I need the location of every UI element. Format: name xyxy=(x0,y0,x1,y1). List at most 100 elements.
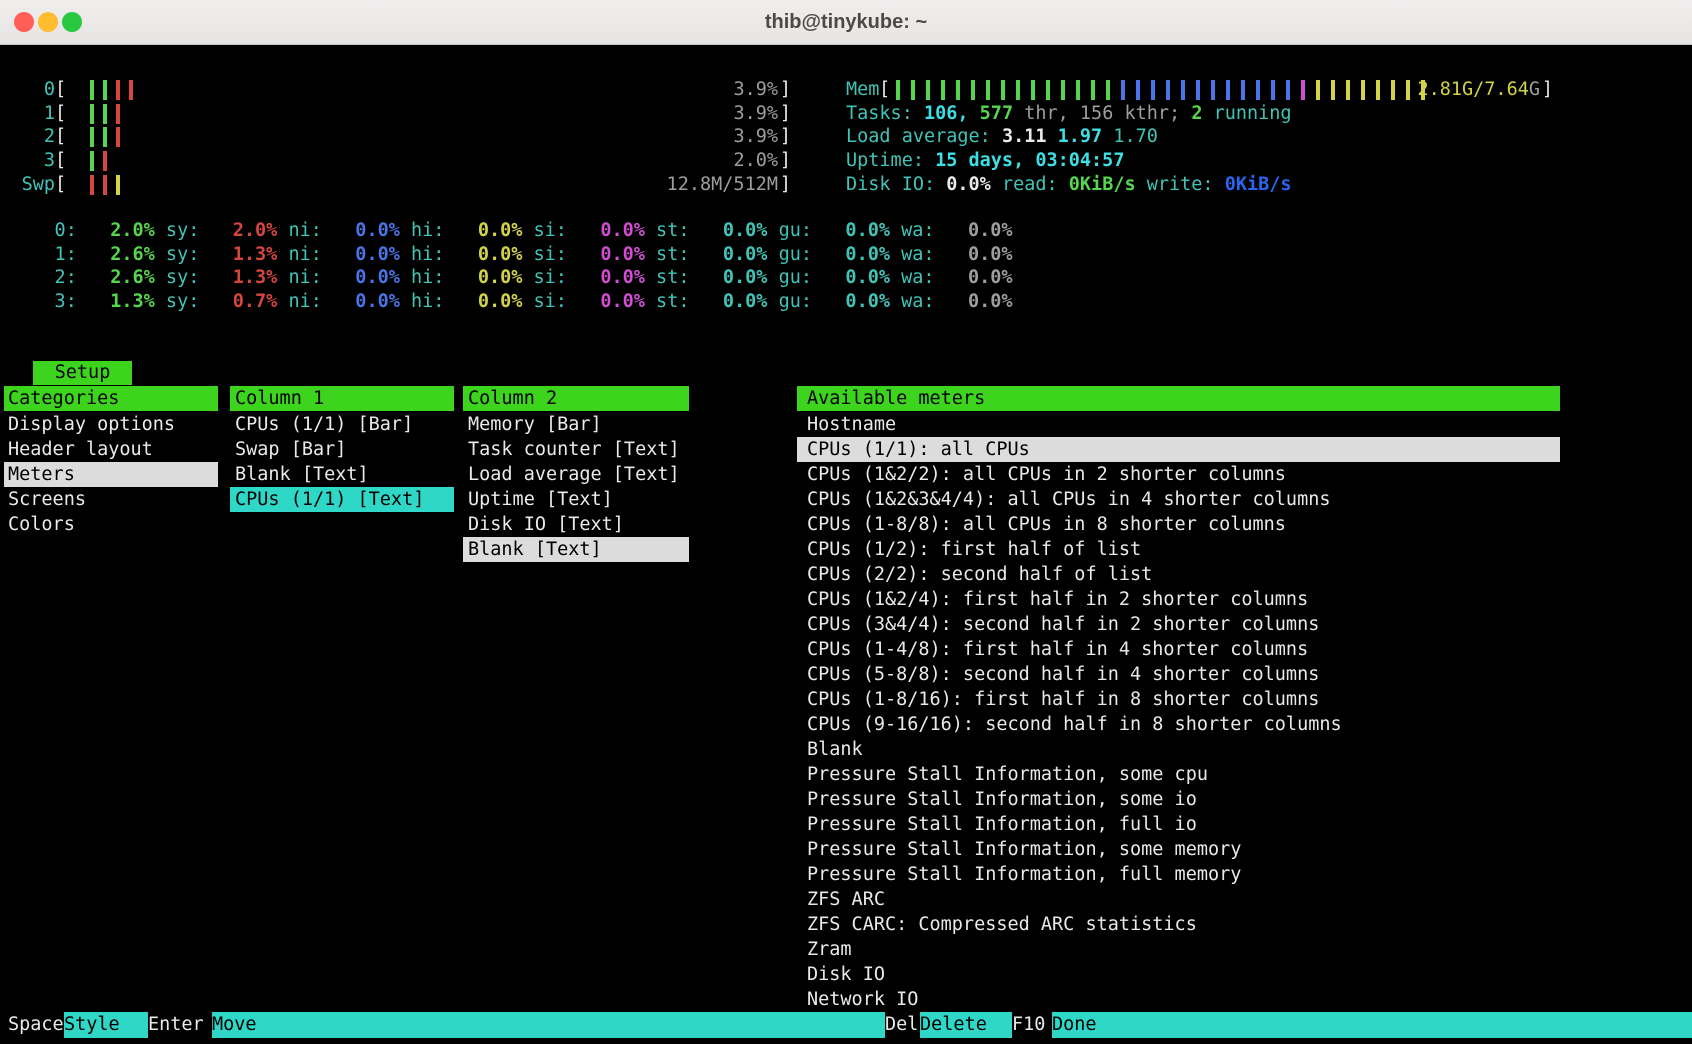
meter-tick xyxy=(1166,80,1170,100)
cpu-sy-label: sy: xyxy=(155,267,200,288)
available-meters-item[interactable]: Blank xyxy=(797,737,1560,762)
panel-header-categories: Categories xyxy=(4,386,218,411)
cpu-st-value: 0.0% xyxy=(689,291,767,312)
cpu-wa-value: 0.0% xyxy=(935,291,1013,312)
categories-item[interactable]: Header layout xyxy=(4,437,218,462)
tasks-span: Tasks: xyxy=(846,103,924,124)
meter-value: 2.81G/7.64G xyxy=(1417,78,1540,102)
cpu-usr-value: 2.6% xyxy=(77,267,155,288)
available-meters-item[interactable]: CPUs (1&2&3&4/4): all CPUs in 4 shorter … xyxy=(797,487,1560,512)
cpu-si-value: 0.0% xyxy=(567,291,645,312)
zoom-button[interactable] xyxy=(62,12,82,32)
categories-item[interactable]: Display options xyxy=(4,412,218,437)
categories-item[interactable]: Colors xyxy=(4,512,218,537)
meter-tick xyxy=(941,80,945,100)
fnaction-delete[interactable]: Delete xyxy=(920,1012,1012,1038)
available-meters-item[interactable]: Network IO xyxy=(797,987,1560,1012)
cpu-st-label: st: xyxy=(645,244,690,265)
cpu-usr-value: 2.6% xyxy=(77,244,155,265)
available-meters-item[interactable]: CPUs (5-8/8): second half in 4 shorter c… xyxy=(797,662,1560,687)
fnaction-done[interactable]: Done xyxy=(1052,1012,1692,1038)
fnaction-style[interactable]: Style xyxy=(64,1012,148,1038)
meter-tick xyxy=(971,80,975,100)
available-meters-item[interactable]: Pressure Stall Information, some io xyxy=(797,787,1560,812)
meter-value-part: G xyxy=(1529,79,1540,100)
tasks-span xyxy=(969,103,980,124)
terminal-screen: 0[3.9%]1[3.9%]2[3.9%]3[2.0%]Swp[12.8M/51… xyxy=(0,45,1692,1044)
available-meters-item[interactable]: CPUs (1/2): first half of list xyxy=(797,537,1560,562)
meter-tick xyxy=(103,151,107,171)
load-average-row: Load average: 3.11 1.97 1.70 xyxy=(846,125,1158,149)
cpu-id-label: 0: xyxy=(10,220,77,241)
cpu-si-label: si: xyxy=(522,220,567,241)
categories-item[interactable]: Meters xyxy=(4,462,218,487)
available-meters-item[interactable]: CPUs (1-8/8): all CPUs in 8 shorter colu… xyxy=(797,512,1560,537)
meter-label: Mem xyxy=(846,78,879,102)
cpu-detail-row-0: 0: 2.0% sy: 2.0% ni: 0.0% hi: 0.0% si: 0… xyxy=(10,219,1013,243)
meter-value: 3.9% xyxy=(733,78,778,102)
cpu-st-label: st: xyxy=(645,291,690,312)
close-button[interactable] xyxy=(14,12,34,32)
window-title: thib@tinykube: ~ xyxy=(0,0,1692,45)
cpu-hi-value: 0.0% xyxy=(444,220,522,241)
column2-item[interactable]: Blank [Text] xyxy=(463,537,689,562)
cpu-hi-label: hi: xyxy=(400,220,445,241)
available-meters-item[interactable]: CPUs (9-16/16): second half in 8 shorter… xyxy=(797,712,1560,737)
minimize-button[interactable] xyxy=(38,12,58,32)
column1-item[interactable]: Swap [Bar] xyxy=(230,437,454,462)
column1-item[interactable]: CPUs (1/1) [Text] xyxy=(230,487,454,512)
available-meters-item[interactable]: CPUs (1-8/16): first half in 8 shorter c… xyxy=(797,687,1560,712)
available-meters-item[interactable]: CPUs (2/2): second half of list xyxy=(797,562,1560,587)
available-meters-item[interactable]: CPUs (3&4/4): second half in 2 shorter c… xyxy=(797,612,1560,637)
fnkey-space[interactable]: Space xyxy=(0,1012,64,1038)
meter-tick xyxy=(90,175,94,195)
cpu-ni-label: ni: xyxy=(277,244,322,265)
available-meters-item[interactable]: ZFS CARC: Compressed ARC statistics xyxy=(797,912,1560,937)
column2-item[interactable]: Load average [Text] xyxy=(463,462,689,487)
column2-item[interactable]: Task counter [Text] xyxy=(463,437,689,462)
function-key-bar: SpaceStyle EnterMoveDelDeleteF10Done xyxy=(0,1012,1692,1038)
cpu-st-label: st: xyxy=(645,220,690,241)
available-meters-item[interactable]: Pressure Stall Information, some cpu xyxy=(797,762,1560,787)
available-meters-item[interactable]: Pressure Stall Information, some memory xyxy=(797,837,1560,862)
meter-tick xyxy=(1361,80,1365,100)
meter-open-bracket: [ xyxy=(55,103,66,124)
available-meters-item[interactable]: Hostname xyxy=(797,412,1560,437)
available-meters-item[interactable]: Disk IO xyxy=(797,962,1560,987)
cpu-si-value: 0.0% xyxy=(567,267,645,288)
available-meters-item[interactable]: CPUs (1&2/4): first half in 2 shorter co… xyxy=(797,587,1560,612)
meter-tick xyxy=(896,80,900,100)
categories-item[interactable]: Screens xyxy=(4,487,218,512)
fnkey-enter[interactable]: Enter xyxy=(148,1012,212,1038)
column1-item[interactable]: Blank [Text] xyxy=(230,462,454,487)
column2-item[interactable]: Uptime [Text] xyxy=(463,487,689,512)
cpu-detail-row-2: 2: 2.6% sy: 1.3% ni: 0.0% hi: 0.0% si: 0… xyxy=(10,266,1013,290)
fnkey-del[interactable]: Del xyxy=(885,1012,920,1038)
available-meters-item[interactable]: ZFS ARC xyxy=(797,887,1560,912)
available-meters-item[interactable]: Pressure Stall Information, full memory xyxy=(797,862,1560,887)
fnaction-move[interactable]: Move xyxy=(212,1012,885,1038)
available-meters-item[interactable]: CPUs (1/1): all CPUs xyxy=(797,437,1560,462)
meter-value: 3.9% xyxy=(733,125,778,149)
column2-item[interactable]: Memory [Bar] xyxy=(463,412,689,437)
available-meters-item[interactable]: Zram xyxy=(797,937,1560,962)
meter-label: Swp xyxy=(10,173,55,197)
available-meters-item[interactable]: Pressure Stall Information, full io xyxy=(797,812,1560,837)
meter-ticks xyxy=(90,104,120,124)
fnkey-f10[interactable]: F10 xyxy=(1012,1012,1052,1038)
column1-item[interactable]: CPUs (1/1) [Bar] xyxy=(230,412,454,437)
meter-tick xyxy=(103,104,107,124)
available-meters-item[interactable]: CPUs (1&2/2): all CPUs in 2 shorter colu… xyxy=(797,462,1560,487)
meter-tick xyxy=(926,80,930,100)
cpu-si-label: si: xyxy=(522,244,567,265)
available-meters-item[interactable]: CPUs (1-4/8): first half in 4 shorter co… xyxy=(797,637,1560,662)
tab-setup[interactable]: Setup xyxy=(33,361,132,385)
meter-ticks xyxy=(90,80,133,100)
cpu-ni-value: 0.0% xyxy=(322,291,400,312)
meter-tick xyxy=(1331,80,1335,100)
meter-tick xyxy=(1076,80,1080,100)
column2-item[interactable]: Disk IO [Text] xyxy=(463,512,689,537)
disk-io-span: 0KiB/s xyxy=(1069,174,1136,195)
meter-value: 2.0% xyxy=(733,149,778,173)
cpu-st-value: 0.0% xyxy=(689,220,767,241)
